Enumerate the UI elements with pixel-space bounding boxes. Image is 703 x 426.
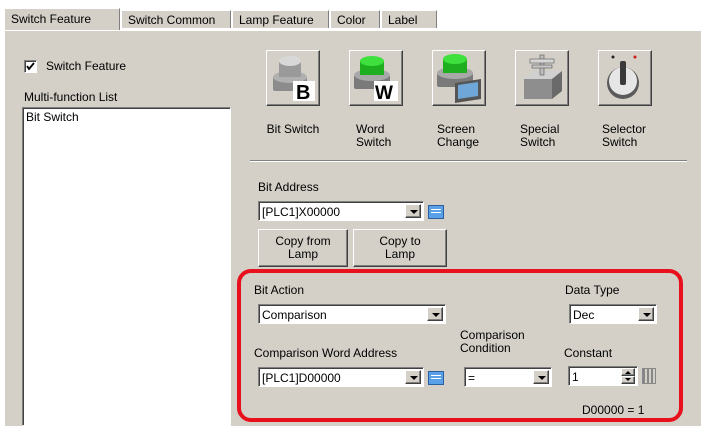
comparison-condition-label: Comparison Condition	[460, 328, 525, 355]
chevron-down-icon	[625, 378, 631, 381]
bit-address-label: Bit Address	[258, 180, 319, 194]
bit-switch-icon: B	[273, 56, 315, 104]
chevron-down-icon[interactable]	[427, 307, 443, 321]
bit-action-value: Comparison	[262, 308, 327, 322]
comparison-condition-select[interactable]: =	[464, 367, 552, 387]
switch-feature-checkbox-label[interactable]: Switch Feature	[46, 59, 126, 73]
bit-address-input[interactable]: [PLC1]X00000	[258, 201, 424, 221]
list-item[interactable]: Bit Switch	[26, 110, 79, 124]
chevron-down-icon[interactable]	[405, 370, 421, 384]
multi-function-list[interactable]: Bit Switch	[22, 107, 231, 426]
comparison-condition-value: =	[468, 371, 476, 385]
bit-action-label: Bit Action	[254, 283, 305, 297]
tab-color[interactable]: Color	[330, 10, 380, 28]
separator	[250, 160, 687, 162]
keypad-icon[interactable]	[428, 205, 444, 219]
bit-address-value: [PLC1]X00000	[262, 205, 341, 219]
selector-switch-type-button[interactable]	[598, 50, 652, 106]
expression-preview: D00000 = 1	[582, 403, 645, 417]
screen-change-type-label: Screen Change	[437, 122, 480, 149]
svg-text:W: W	[375, 83, 393, 104]
chevron-down-icon[interactable]	[405, 204, 421, 218]
bit-switch-type-button[interactable]: B	[266, 50, 320, 106]
chevron-down-icon[interactable]	[533, 370, 549, 384]
tab-switch-common[interactable]: Switch Common	[121, 10, 231, 28]
copy-to-lamp-button[interactable]: Copy to Lamp	[353, 229, 447, 267]
special-switch-type-button[interactable]	[515, 50, 569, 106]
comparison-word-address-input[interactable]: [PLC1]D00000	[258, 367, 424, 387]
constant-value: 1	[572, 370, 579, 384]
spin-down-button[interactable]	[621, 376, 635, 384]
screen-change-type-button[interactable]	[432, 50, 486, 106]
data-type-select[interactable]: Dec	[569, 304, 657, 324]
selector-switch-type-label: Selector Switch	[602, 122, 647, 149]
spin-up-button[interactable]	[621, 368, 635, 376]
data-type-value: Dec	[573, 308, 595, 322]
svg-text:B: B	[296, 82, 310, 104]
tab-lamp-feature[interactable]: Lamp Feature	[232, 10, 329, 28]
selector-switch-icon	[607, 55, 639, 99]
word-switch-type-label: Word Switch	[356, 122, 392, 149]
special-switch-type-label: Special Switch	[520, 122, 560, 149]
constant-label: Constant	[564, 346, 613, 360]
switch-feature-checkbox[interactable]	[24, 60, 37, 73]
keypad-icon[interactable]	[428, 371, 444, 385]
special-switch-icon	[524, 54, 562, 99]
calculator-icon[interactable]	[642, 368, 656, 384]
check-icon	[26, 62, 35, 71]
word-switch-type-button[interactable]: W	[349, 50, 403, 106]
bit-action-select[interactable]: Comparison	[258, 304, 446, 324]
tab-switch-feature[interactable]: Switch Feature	[4, 8, 120, 30]
copy-from-lamp-button[interactable]: Copy from Lamp	[258, 229, 348, 267]
word-switch-icon: W	[354, 56, 398, 104]
comparison-word-address-label: Comparison Word Address	[254, 346, 398, 360]
multi-function-list-label: Multi-function List	[24, 90, 118, 104]
screen-change-icon	[437, 54, 481, 103]
comparison-word-address-value: [PLC1]D00000	[262, 371, 341, 385]
chevron-down-icon[interactable]	[638, 307, 654, 321]
data-type-label: Data Type	[565, 283, 620, 297]
chevron-up-icon	[625, 371, 631, 374]
tab-label[interactable]: Label	[381, 10, 437, 28]
constant-input[interactable]: 1	[568, 366, 638, 386]
bit-switch-type-label: Bit Switch	[266, 122, 320, 136]
